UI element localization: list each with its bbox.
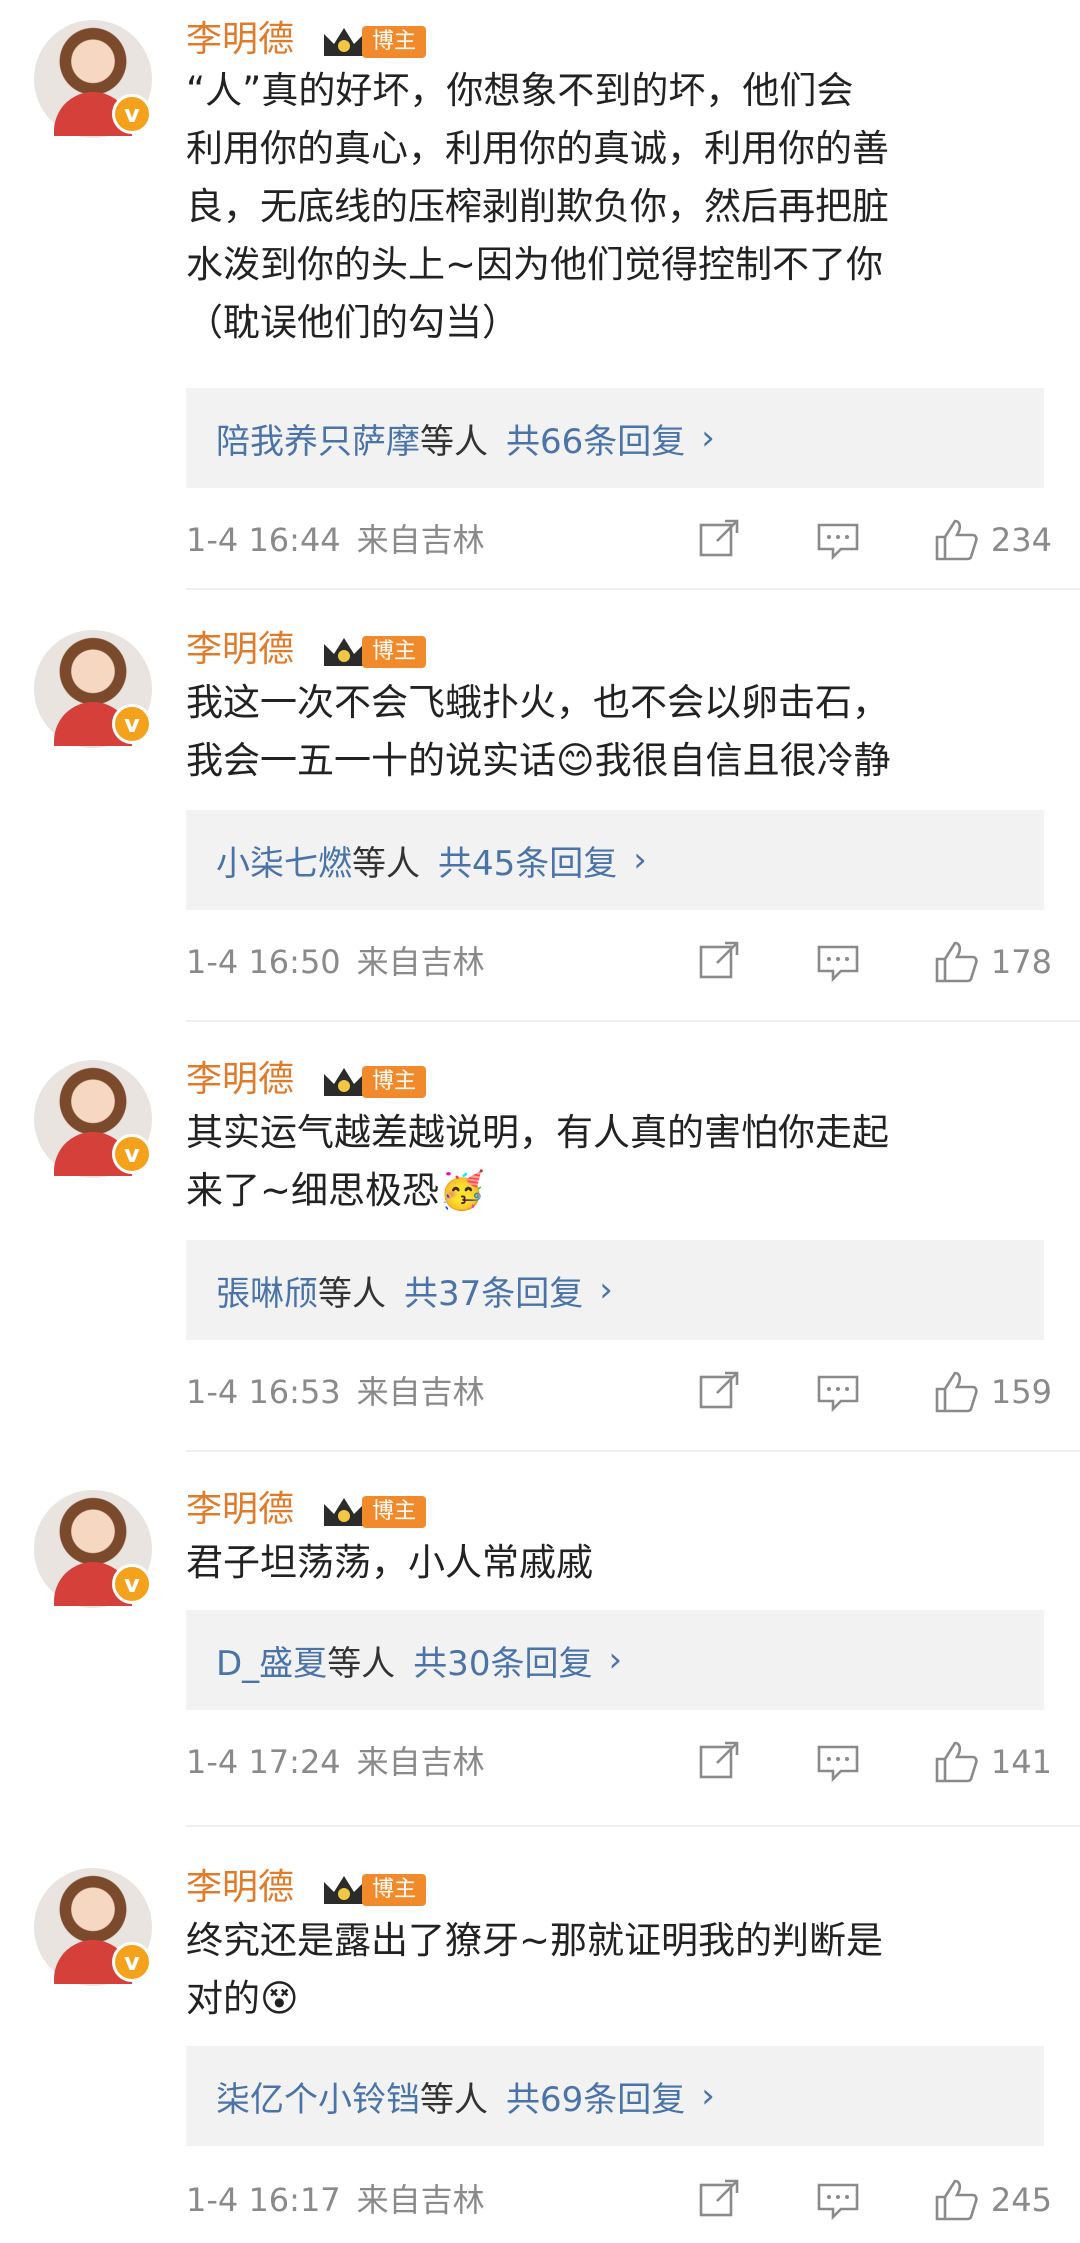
author-name[interactable]: 李明德: [186, 16, 294, 64]
comment-item: v 李明德 博主 我这一次不会飞蛾扑火，也不会以卵击石， 我会一五一十的说实话😊…: [0, 610, 1080, 1022]
reply-count[interactable]: 共37条回复: [404, 1266, 583, 1315]
comment-text: 君子坦荡荡，小人常戚戚: [186, 1541, 593, 1584]
comment-meta: 1-4 17:24 来自吉林: [186, 1740, 485, 1784]
comment-time: 1-4 16:53: [186, 1373, 341, 1411]
comment-meta: 1-4 16:50 来自吉林: [186, 940, 485, 984]
author-name[interactable]: 李明德: [186, 626, 294, 674]
reply-users[interactable]: D_盛夏: [216, 1636, 327, 1685]
reply-et: 等人: [352, 843, 420, 884]
comment-time: 1-4 16:50: [186, 943, 341, 981]
reply-count[interactable]: 共30条回复: [413, 1636, 592, 1685]
comment-text: 终究还是露出了獠牙~那就证明我的判断是 对的😵: [186, 1919, 884, 2020]
comment-meta: 1-4 16:44 来自吉林: [186, 518, 485, 562]
crown-icon: [324, 28, 364, 56]
share-icon[interactable]: [697, 1369, 743, 1415]
share-icon[interactable]: [697, 517, 743, 563]
reply-summary[interactable]: 柒亿个小铃铛 等人 共69条回复 ›: [186, 2046, 1044, 2146]
reply-et: 等人: [318, 1273, 386, 1314]
comment-location: 来自吉林: [356, 1373, 485, 1411]
thumbs-up-icon[interactable]: [933, 1369, 979, 1415]
thumbs-up-icon[interactable]: [933, 517, 979, 563]
share-icon[interactable]: [697, 939, 743, 985]
verified-badge-icon: v: [112, 1942, 152, 1982]
thumbs-up-icon[interactable]: [933, 1739, 979, 1785]
reply-users[interactable]: 張啉颀: [216, 1266, 318, 1315]
reply-count[interactable]: 共45条回复: [438, 836, 617, 885]
host-badge: 博主: [362, 1496, 427, 1528]
reply-summary[interactable]: D_盛夏 等人 共30条回复 ›: [186, 1610, 1044, 1710]
author-name[interactable]: 李明德: [186, 1486, 294, 1534]
crown-icon: [324, 638, 364, 666]
thumbs-up-icon[interactable]: [933, 2177, 979, 2223]
comment-location: 来自吉林: [356, 943, 485, 981]
comment-item: v 李明德 博主 “人”真的好坏，你想象不到的坏，他们会 利用你的真心，利用你的…: [0, 0, 1080, 590]
verified-badge-icon: v: [112, 94, 152, 134]
comment-icon[interactable]: [815, 2177, 861, 2223]
share-icon[interactable]: [697, 1739, 743, 1785]
crown-icon: [324, 1498, 364, 1526]
like-count: 141: [990, 1743, 1052, 1781]
crown-icon: [324, 1068, 364, 1096]
chevron-right-icon: ›: [633, 840, 647, 880]
comment-icon[interactable]: [815, 1739, 861, 1785]
comment-text: 我这一次不会飞蛾扑火，也不会以卵击石， 我会一五一十的说实话😊我很自信且很冷静: [186, 681, 891, 782]
comment-icon[interactable]: [815, 1369, 861, 1415]
comment-actions: 178: [697, 932, 1052, 992]
host-badge: 博主: [362, 1066, 427, 1098]
reply-et: 等人: [420, 421, 488, 462]
divider: [186, 588, 1080, 590]
comment-time: 1-4 17:24: [186, 1743, 341, 1781]
divider: [186, 1825, 1080, 1827]
reply-users[interactable]: 柒亿个小铃铛: [216, 2072, 420, 2121]
crown-icon: [324, 1876, 364, 1904]
share-icon[interactable]: [697, 2177, 743, 2223]
like-count: 234: [990, 521, 1052, 559]
comment-time: 1-4 16:44: [186, 521, 341, 559]
comment-meta: 1-4 16:17 来自吉林: [186, 2178, 485, 2222]
comment-actions: 234: [697, 510, 1052, 570]
comment-actions: 159: [697, 1362, 1052, 1422]
comment-icon[interactable]: [815, 939, 861, 985]
reply-summary[interactable]: 陪我养只萨摩 等人 共66条回复 ›: [186, 388, 1044, 488]
host-badge: 博主: [362, 636, 427, 668]
comment-location: 来自吉林: [356, 2181, 485, 2219]
comment-item: v 李明德 博主 君子坦荡荡，小人常戚戚 D_盛夏 等人 共30条回复 › 1-4 1…: [0, 1470, 1080, 1827]
divider: [186, 1450, 1080, 1452]
comment-item: v 李明德 博主 其实运气越差越说明，有人真的害怕你走起 来了~细思极恐🥳 張啉…: [0, 1040, 1080, 1452]
comment-location: 来自吉林: [356, 521, 485, 559]
reply-et: 等人: [420, 2079, 488, 2120]
reply-summary[interactable]: 張啉颀 等人 共37条回复 ›: [186, 1240, 1044, 1340]
comment-text: “人”真的好坏，你想象不到的坏，他们会 利用你的真心，利用你的真诚，利用你的善 …: [186, 69, 889, 344]
reply-users[interactable]: 陪我养只萨摩: [216, 414, 420, 463]
comment-actions: 141: [697, 1732, 1052, 1792]
reply-summary[interactable]: 小柒七燃 等人 共45条回复 ›: [186, 810, 1044, 910]
thumbs-up-icon[interactable]: [933, 939, 979, 985]
chevron-right-icon: ›: [701, 2076, 715, 2116]
like-count: 159: [990, 1373, 1052, 1411]
verified-badge-icon: v: [112, 1134, 152, 1174]
like-count: 245: [990, 2181, 1052, 2219]
comment-meta: 1-4 16:53 来自吉林: [186, 1370, 485, 1414]
verified-badge-icon: v: [112, 704, 152, 744]
comment-time: 1-4 16:17: [186, 2181, 341, 2219]
chevron-right-icon: ›: [701, 418, 715, 458]
verified-badge-icon: v: [112, 1564, 152, 1604]
comment-location: 来自吉林: [356, 1743, 485, 1781]
comment-icon[interactable]: [815, 517, 861, 563]
reply-count[interactable]: 共69条回复: [506, 2072, 685, 2121]
chevron-right-icon: ›: [599, 1270, 613, 1310]
host-badge: 博主: [362, 26, 427, 58]
reply-count[interactable]: 共66条回复: [506, 414, 685, 463]
reply-et: 等人: [327, 1643, 396, 1684]
comment-text: 其实运气越差越说明，有人真的害怕你走起 来了~细思极恐🥳: [186, 1111, 889, 1212]
reply-users[interactable]: 小柒七燃: [216, 836, 352, 885]
comment-item: v 李明德 博主 终究还是露出了獠牙~那就证明我的判断是 对的😵 柒亿个小铃铛等…: [0, 1848, 1080, 2243]
host-badge: 博主: [362, 1874, 427, 1906]
chevron-right-icon: ›: [608, 1640, 623, 1680]
author-name[interactable]: 李明德: [186, 1864, 294, 1912]
comment-actions: 245: [697, 2170, 1052, 2230]
divider: [186, 1020, 1080, 1022]
like-count: 178: [990, 943, 1052, 981]
author-name[interactable]: 李明德: [186, 1056, 294, 1104]
